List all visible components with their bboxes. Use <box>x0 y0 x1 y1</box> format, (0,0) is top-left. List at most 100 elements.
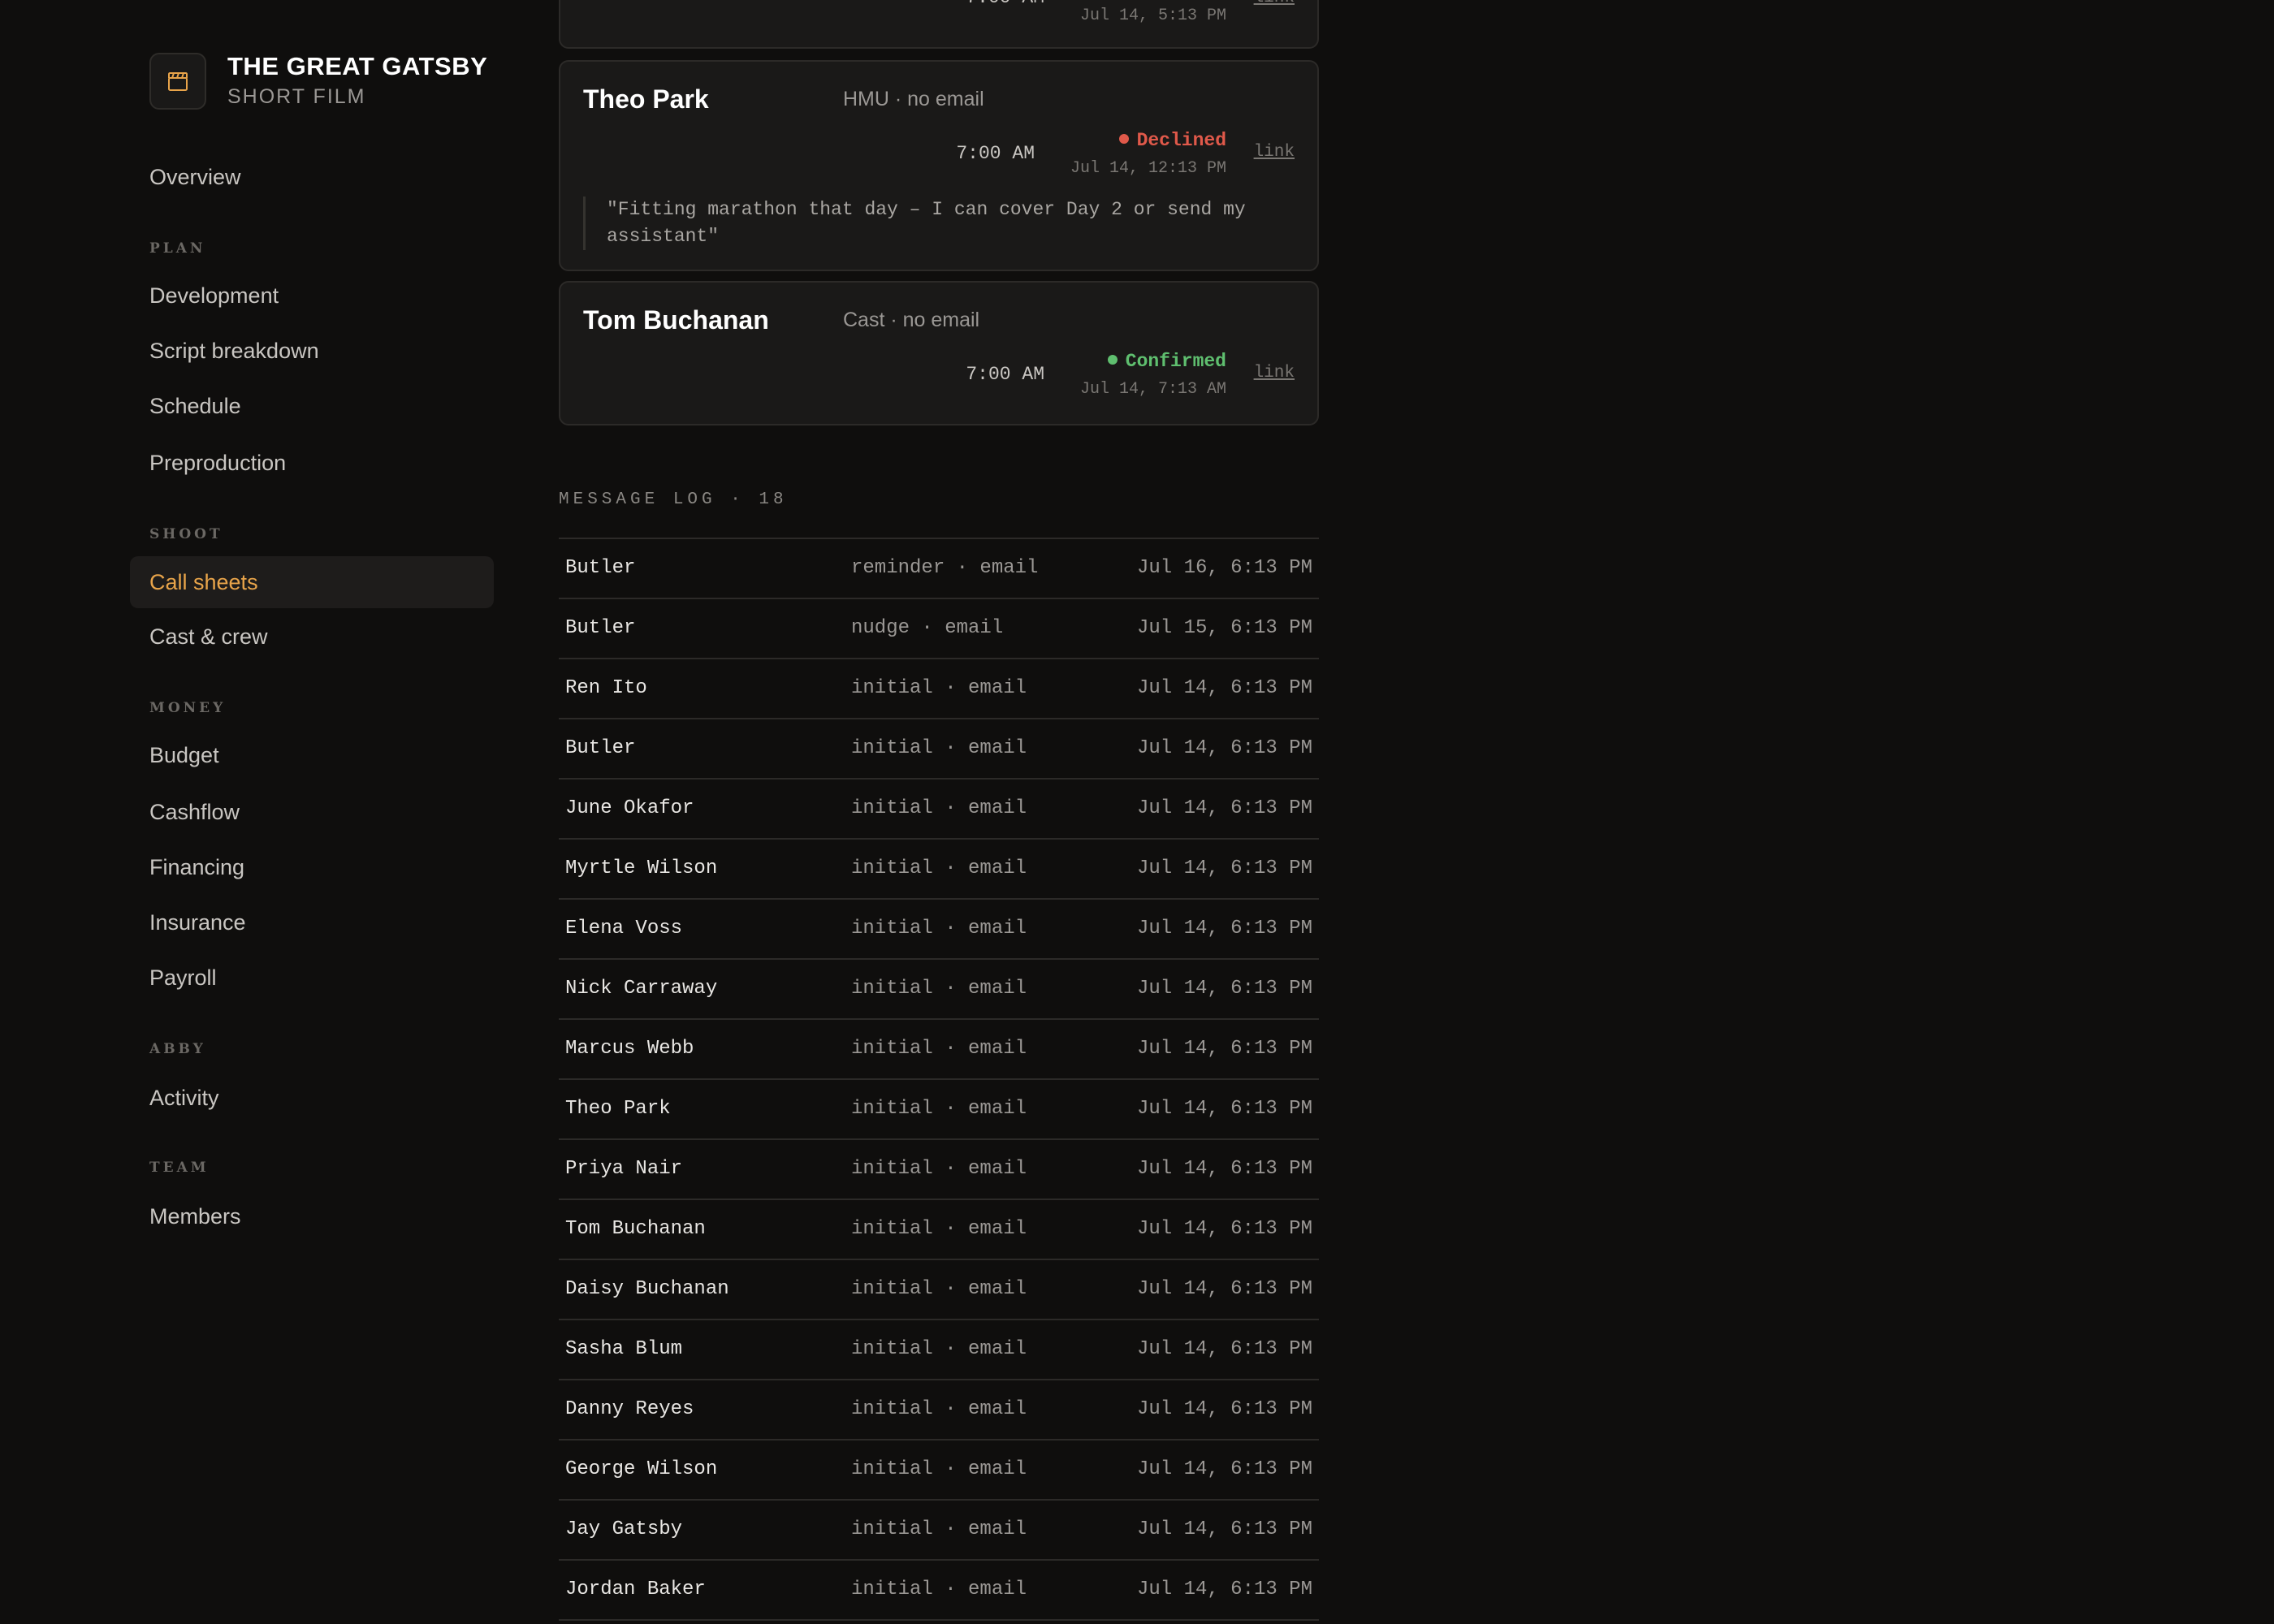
recipient-name: Theo Park <box>583 84 709 114</box>
message-date: Jul 14, 6:13 PM <box>1136 857 1312 879</box>
message-log-row[interactable]: Myrtle Wilson initial · email Jul 14, 6:13… <box>559 840 1319 900</box>
message-type: initial · email <box>851 1158 1027 1180</box>
message-recipient: June Okafor <box>565 797 694 819</box>
message-log-row[interactable]: Butler initial · email Jul 14, 6:13 PM <box>559 719 1319 780</box>
status-dot <box>1107 354 1118 365</box>
message-date: Jul 14, 6:13 PM <box>1136 918 1312 939</box>
message-date: Jul 14, 6:13 PM <box>1136 1518 1312 1540</box>
message-date: Jul 14, 6:13 PM <box>1136 1038 1312 1060</box>
nav-section-plan: PLAN <box>149 240 206 257</box>
nav-item-payroll[interactable]: Payroll <box>130 952 494 1004</box>
message-recipient: Elena Voss <box>565 918 683 939</box>
status-badge: Declined <box>1118 130 1226 151</box>
message-log-row[interactable]: Daisy Buchanan initial · email Jul 14, 6:1… <box>559 1260 1319 1320</box>
call-response-card-tom-buchanan: Tom Buchanan Cast · no email 7:00 AM Con… <box>559 281 1319 425</box>
status-badge: Confirmed <box>1107 351 1226 372</box>
nav-section-money: MONEY <box>149 700 227 716</box>
clapperboard-icon <box>149 53 206 110</box>
message-log-row[interactable]: June Okafor initial · email Jul 14, 6:13 P… <box>559 780 1319 840</box>
project-subtitle: SHORT FILM <box>227 85 366 108</box>
call-sheet-link[interactable]: link <box>1254 364 1295 382</box>
call-sheet-link[interactable]: link <box>1254 143 1295 162</box>
message-type: initial · email <box>851 1038 1027 1060</box>
message-recipient: Daisy Buchanan <box>565 1278 729 1300</box>
message-log-row[interactable]: Ren Ito initial · email Jul 14, 6:13 PM <box>559 659 1319 719</box>
nav-item-budget[interactable]: Budget <box>130 729 494 781</box>
nav-item-financing[interactable]: Financing <box>130 841 494 893</box>
message-type: initial · email <box>851 677 1027 699</box>
message-recipient: Butler <box>565 557 636 579</box>
message-recipient: Ren Ito <box>565 677 647 699</box>
message-log-row[interactable]: Jordan Baker initial · email Jul 14, 6:13 … <box>559 1561 1319 1621</box>
message-recipient: Sasha Blum <box>565 1338 683 1360</box>
nav-item-activity[interactable]: Activity <box>130 1072 494 1124</box>
message-recipient: Priya Nair <box>565 1158 683 1180</box>
message-type: nudge · email <box>851 617 1004 639</box>
recipient-role: Cast · no email <box>843 309 980 331</box>
project-header[interactable]: THE GREAT GATSBY SHORT FILM <box>149 52 487 110</box>
message-type: initial · email <box>851 1338 1027 1360</box>
message-log-row[interactable]: Priya Nair initial · email Jul 14, 6:13 PM <box>559 1140 1319 1200</box>
nav-item-cast-and-crew[interactable]: Cast & crew <box>130 611 494 663</box>
status-label: Declined <box>1136 130 1226 151</box>
message-recipient: Nick Carraway <box>565 978 718 1000</box>
message-log-row[interactable]: Marcus Webb initial · email Jul 14, 6:13 P… <box>559 1020 1319 1080</box>
message-type: initial · email <box>851 1218 1027 1240</box>
message-type: initial · email <box>851 978 1027 1000</box>
message-type: initial · email <box>851 1398 1027 1420</box>
recipient-name: Tom Buchanan <box>583 305 769 335</box>
message-log-row[interactable]: Butler nudge · email Jul 15, 6:13 PM <box>559 599 1319 659</box>
message-type: initial · email <box>851 1098 1027 1120</box>
message-recipient: Butler <box>565 617 636 639</box>
nav-item-cashflow[interactable]: Cashflow <box>130 786 494 838</box>
project-title: THE GREAT GATSBY <box>227 52 488 80</box>
nav-item-insurance[interactable]: Insurance <box>130 896 494 948</box>
nav-item-preproduction[interactable]: Preproduction <box>130 437 494 489</box>
message-date: Jul 16, 6:13 PM <box>1136 557 1312 579</box>
message-recipient: Jay Gatsby <box>565 1518 683 1540</box>
status-dot <box>1118 133 1129 144</box>
nav-item-overview[interactable]: Overview <box>130 151 494 203</box>
message-log-row[interactable]: Butler reminder · email Jul 16, 6:13 PM <box>559 539 1319 599</box>
nav-section-abby: ABBY <box>149 1041 206 1057</box>
message-recipient: Theo Park <box>565 1098 671 1120</box>
message-type: initial · email <box>851 737 1027 759</box>
message-log-row[interactable]: Sasha Blum initial · email Jul 14, 6:13 PM <box>559 1320 1319 1380</box>
message-log-row[interactable]: George Wilson initial · email Jul 14, 6:13… <box>559 1440 1319 1501</box>
message-date: Jul 14, 6:13 PM <box>1136 1218 1312 1240</box>
message-date: Jul 14, 6:13 PM <box>1136 1458 1312 1480</box>
message-date: Jul 14, 6:13 PM <box>1136 1098 1312 1120</box>
message-date: Jul 14, 6:13 PM <box>1136 677 1312 699</box>
message-log-table: Butler reminder · email Jul 16, 6:13 PM But… <box>559 538 1319 1621</box>
message-recipient: Danny Reyes <box>565 1398 694 1420</box>
recipient-role: HMU · no email <box>843 88 984 110</box>
call-time: 7:00 AM <box>966 0 1044 8</box>
message-recipient: Tom Buchanan <box>565 1218 706 1240</box>
decline-note: "Fitting marathon that day – I can cover… <box>583 197 1295 250</box>
nav-item-script-breakdown[interactable]: Script breakdown <box>130 325 494 377</box>
nav-item-development[interactable]: Development <box>130 270 494 322</box>
nav-item-schedule[interactable]: Schedule <box>130 380 494 432</box>
message-log-row[interactable]: Nick Carraway initial · email Jul 14, 6:13… <box>559 960 1319 1020</box>
nav-item-call-sheets[interactable]: Call sheets <box>130 556 494 608</box>
nav-item-members[interactable]: Members <box>130 1190 494 1242</box>
call-response-card: 7:00 AM Jul 14, 5:13 PM link <box>559 0 1319 49</box>
message-type: reminder · email <box>851 557 1039 579</box>
message-recipient: Jordan Baker <box>565 1579 706 1600</box>
message-log-row[interactable]: Danny Reyes initial · email Jul 14, 6:13 P… <box>559 1380 1319 1440</box>
message-log-row[interactable]: Theo Park initial · email Jul 14, 6:13 PM <box>559 1080 1319 1140</box>
message-log-title: MESSAGE LOG · 18 <box>559 490 788 509</box>
message-date: Jul 14, 6:13 PM <box>1136 1338 1312 1360</box>
call-sheet-link[interactable]: link <box>1254 0 1295 7</box>
message-log-row[interactable]: Jay Gatsby initial · email Jul 14, 6:13 PM <box>559 1501 1319 1561</box>
message-date: Jul 14, 6:13 PM <box>1136 978 1312 1000</box>
message-log-row[interactable]: Tom Buchanan initial · email Jul 14, 6:13 … <box>559 1200 1319 1260</box>
message-log-row[interactable]: Elena Voss initial · email Jul 14, 6:13 PM <box>559 900 1319 960</box>
message-recipient: George Wilson <box>565 1458 718 1480</box>
message-date: Jul 14, 6:13 PM <box>1136 1158 1312 1180</box>
call-time: 7:00 AM <box>956 143 1035 164</box>
message-recipient: Marcus Webb <box>565 1038 694 1060</box>
message-type: initial · email <box>851 857 1027 879</box>
message-date: Jul 15, 6:13 PM <box>1136 617 1312 639</box>
message-date: Jul 14, 6:13 PM <box>1136 797 1312 819</box>
